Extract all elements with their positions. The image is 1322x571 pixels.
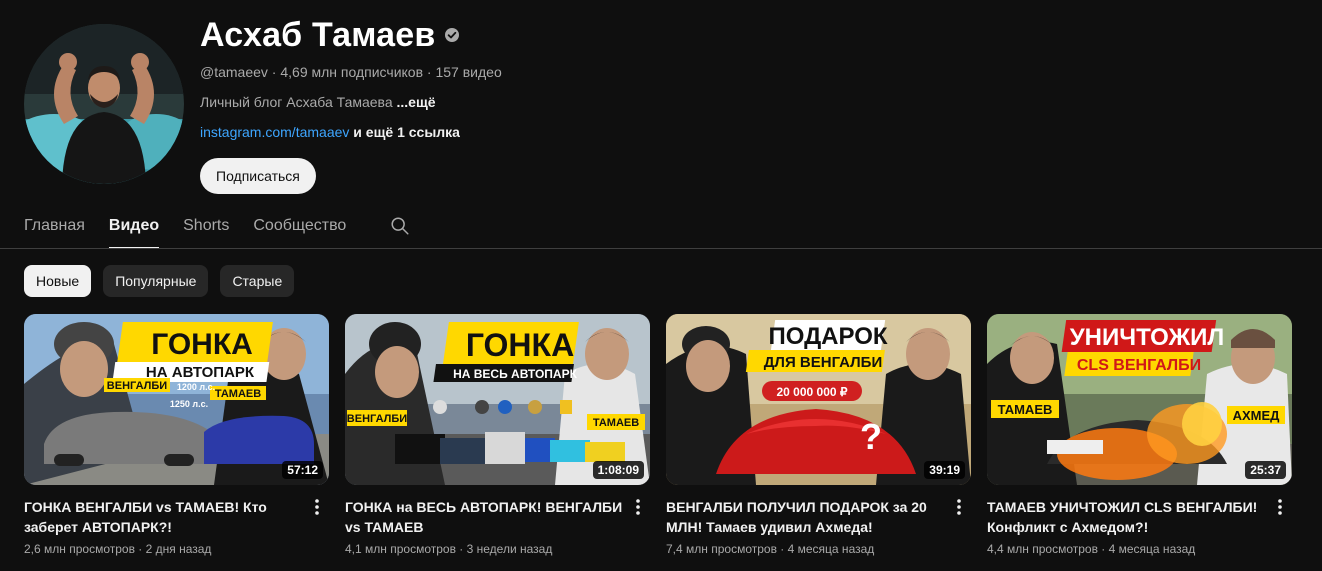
- verified-check-icon: [444, 27, 460, 43]
- video-thumbnail[interactable]: УНИЧТОЖИЛ CLS ВЕНГАЛБИ ТАМАЕВ АХМЕД 25:3…: [987, 314, 1292, 485]
- channel-tabs: Главная Видео Shorts Сообщество: [24, 203, 420, 249]
- thumb-label: АХМЕД: [1233, 408, 1281, 423]
- tab-community[interactable]: Сообщество: [253, 203, 346, 249]
- description-more-link[interactable]: ...ещё: [397, 94, 436, 110]
- tab-home[interactable]: Главная: [24, 203, 85, 249]
- more-vert-icon[interactable]: [626, 497, 650, 521]
- video-views: 4,4 млн просмотров: [987, 542, 1098, 556]
- video-age: 4 месяца назад: [1108, 542, 1196, 556]
- thumb-label: ТАМАЕВ: [215, 388, 261, 400]
- channel-name: Асхаб Тамаев: [200, 15, 436, 54]
- chip-popular[interactable]: Популярные: [103, 265, 209, 297]
- meta-separator: ·: [423, 64, 436, 80]
- thumb-label: ВЕНГАЛБИ: [347, 413, 407, 425]
- tabs-divider: [0, 248, 1322, 249]
- meta-separator: ·: [776, 542, 788, 556]
- sort-chips: Новые Популярные Старые: [24, 265, 295, 297]
- thumb-label: ТАМАЕВ: [593, 417, 639, 429]
- video-card: УНИЧТОЖИЛ CLS ВЕНГАЛБИ ТАМАЕВ АХМЕД 25:3…: [987, 314, 1292, 556]
- more-vert-icon[interactable]: [947, 497, 971, 521]
- video-duration: 57:12: [282, 461, 323, 479]
- video-duration: 1:08:09: [592, 461, 644, 479]
- video-age: 2 дня назад: [145, 542, 212, 556]
- video-stats: 4,4 млн просмотров · 4 месяца назад: [987, 542, 1268, 556]
- tab-videos[interactable]: Видео: [108, 203, 160, 249]
- video-card: ГОНКА НА ВЕСЬ АВТОПАРК ВЕНГАЛБИ ТАМАЕВ 1…: [345, 314, 650, 556]
- video-age: 4 месяца назад: [787, 542, 875, 556]
- video-title[interactable]: ГОНКА ВЕНГАЛБИ vs ТАМАЕВ! Кто заберет АВ…: [24, 497, 305, 537]
- search-icon[interactable]: [380, 206, 420, 246]
- subscribe-button[interactable]: Подписаться: [200, 158, 316, 194]
- video-duration: 25:37: [1245, 461, 1286, 479]
- video-card: ? ПОДАРОК ДЛЯ ВЕНГАЛБИ 20 000 000 ₽ 39:1…: [666, 314, 971, 556]
- thumb-label: 1250 л.с.: [170, 399, 208, 409]
- video-views: 2,6 млн просмотров: [24, 542, 135, 556]
- more-vert-icon[interactable]: [1268, 497, 1292, 521]
- video-views: 4,1 млн просмотров: [345, 542, 456, 556]
- description-text: Личный блог Асхаба Тамаева: [200, 94, 397, 110]
- channel-avatar[interactable]: [24, 24, 184, 184]
- instagram-link[interactable]: instagram.com/tamaaev: [200, 124, 349, 140]
- question-mark-icon: ?: [860, 416, 882, 457]
- video-stats: 4,1 млн просмотров · 3 недели назад: [345, 542, 626, 556]
- video-title[interactable]: ВЕНГАЛБИ ПОЛУЧИЛ ПОДАРОК за 20 МЛН! Тама…: [666, 497, 947, 537]
- thumb-caption: НА ВЕСЬ АВТОПАРК: [453, 367, 577, 381]
- thumb-label: 1200 л.с.: [177, 382, 215, 392]
- video-stats: 2,6 млн просмотров · 2 дня назад: [24, 542, 305, 556]
- thumb-caption: ГОНКА: [151, 328, 253, 361]
- thumb-label: ВЕНГАЛБИ: [107, 380, 167, 392]
- meta-separator: ·: [267, 64, 281, 80]
- channel-description[interactable]: Личный блог Асхаба Тамаева ...ещё: [200, 94, 502, 114]
- video-card: ГОНКА НА АВТОПАРК ВЕНГАЛБИ ТАМАЕВ 1200 л…: [24, 314, 329, 556]
- video-title[interactable]: ТАМАЕВ УНИЧТОЖИЛ CLS ВЕНГАЛБИ! Конфликт …: [987, 497, 1268, 537]
- subscriber-count: 4,69 млн подписчиков: [280, 64, 424, 80]
- thumb-label: ТАМАЕВ: [998, 402, 1053, 417]
- channel-meta: @tamaeev · 4,69 млн подписчиков · 157 ви…: [200, 64, 502, 84]
- meta-separator: ·: [1097, 542, 1109, 556]
- video-age: 3 недели назад: [466, 542, 553, 556]
- video-thumbnail[interactable]: ? ПОДАРОК ДЛЯ ВЕНГАЛБИ 20 000 000 ₽ 39:1…: [666, 314, 971, 485]
- video-thumbnail[interactable]: ГОНКА НА ВЕСЬ АВТОПАРК ВЕНГАЛБИ ТАМАЕВ 1…: [345, 314, 650, 485]
- chip-newest[interactable]: Новые: [24, 265, 92, 297]
- thumb-caption: ГОНКА: [466, 327, 574, 363]
- channel-info: Асхаб Тамаев @tamaeev · 4,69 млн подписч…: [200, 14, 502, 194]
- chip-oldest[interactable]: Старые: [220, 265, 295, 297]
- video-stats: 7,4 млн просмотров · 4 месяца назад: [666, 542, 947, 556]
- meta-separator: ·: [134, 542, 146, 556]
- thumb-caption: CLS ВЕНГАЛБИ: [1077, 357, 1201, 374]
- thumb-price: 20 000 000 ₽: [776, 385, 847, 399]
- video-views: 7,4 млн просмотров: [666, 542, 777, 556]
- thumb-caption: ДЛЯ ВЕНГАЛБИ: [764, 354, 883, 371]
- video-duration: 39:19: [924, 461, 965, 479]
- meta-separator: ·: [455, 542, 467, 556]
- channel-links: instagram.com/tamaaev и ещё 1 ссылка: [200, 124, 502, 144]
- thumb-caption: ПОДАРОК: [768, 323, 887, 350]
- more-vert-icon[interactable]: [305, 497, 329, 521]
- video-title[interactable]: ГОНКА на ВЕСЬ АВТОПАРК! ВЕНГАЛБИ vs ТАМА…: [345, 497, 626, 537]
- tab-shorts[interactable]: Shorts: [183, 203, 229, 249]
- more-links-button[interactable]: и ещё 1 ссылка: [349, 124, 460, 140]
- video-thumbnail[interactable]: ГОНКА НА АВТОПАРК ВЕНГАЛБИ ТАМАЕВ 1200 л…: [24, 314, 329, 485]
- channel-handle: @tamaeev: [200, 64, 268, 80]
- video-grid: ГОНКА НА АВТОПАРК ВЕНГАЛБИ ТАМАЕВ 1200 л…: [24, 314, 1292, 556]
- thumb-caption: УНИЧТОЖИЛ: [1070, 324, 1225, 351]
- video-count: 157 видео: [435, 64, 502, 80]
